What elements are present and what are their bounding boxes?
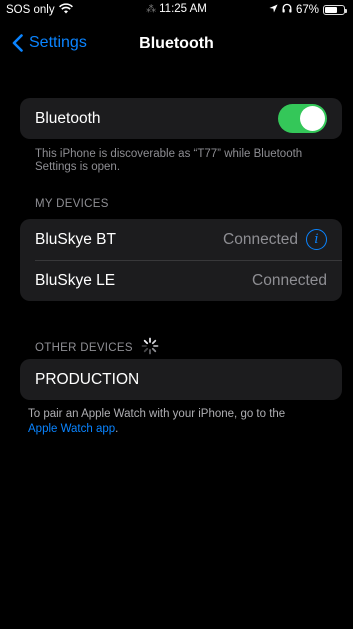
- bluetooth-toggle[interactable]: [278, 104, 327, 133]
- other-devices-group: PRODUCTION: [20, 359, 342, 400]
- navigation-bar: Settings Bluetooth: [0, 30, 353, 60]
- location-arrow-icon: [269, 3, 278, 16]
- discoverable-note: This iPhone is discoverable as “T77” whi…: [35, 148, 303, 173]
- my-devices-header-label: MY DEVICES: [35, 198, 109, 210]
- page-title: Bluetooth: [139, 35, 214, 52]
- my-devices-header: MY DEVICES: [35, 198, 109, 210]
- status-bar: SOS only ⁂ 11:25 AM 67%: [0, 0, 353, 20]
- bluetooth-row: Bluetooth: [20, 98, 342, 139]
- apple-watch-note: To pair an Apple Watch with your iPhone,…: [28, 407, 328, 437]
- toggle-knob: [300, 106, 325, 131]
- apple-watch-note-text: To pair an Apple Watch with your iPhone,…: [28, 408, 286, 420]
- other-devices-header: OTHER DEVICES: [35, 337, 159, 358]
- signal-icon: ⁂: [146, 4, 157, 15]
- device-name: BluSkye BT: [35, 230, 116, 248]
- battery-icon: [323, 4, 347, 15]
- status-right: 67%: [269, 3, 347, 16]
- battery-percent: 67%: [295, 3, 319, 16]
- bluetooth-settings-screen: SOS only ⁂ 11:25 AM 67% Settings Bluetoo…: [0, 0, 353, 629]
- apple-watch-note-end: .: [115, 423, 119, 435]
- device-status: Connected: [223, 230, 298, 248]
- device-row-bluskye-bt[interactable]: BluSkye BT Connected i: [20, 219, 342, 260]
- device-name: BluSkye LE: [35, 271, 116, 289]
- my-devices-group: BluSkye BT Connected i BluSkye LE Connec…: [20, 219, 342, 301]
- headphones-icon: [282, 3, 292, 16]
- info-icon[interactable]: i: [306, 229, 327, 250]
- device-status: Connected: [252, 271, 327, 289]
- loading-spinner-icon: [141, 337, 159, 358]
- apple-watch-app-link[interactable]: Apple Watch app: [28, 423, 115, 435]
- device-name: PRODUCTION: [35, 370, 140, 388]
- other-devices-header-label: OTHER DEVICES: [35, 341, 133, 354]
- bluetooth-toggle-group: Bluetooth: [20, 98, 342, 139]
- battery-fill: [325, 6, 337, 13]
- time-label: 11:25 AM: [159, 3, 207, 15]
- device-row-bluskye-le[interactable]: BluSkye LE Connected: [20, 260, 342, 301]
- device-row-production[interactable]: PRODUCTION: [20, 359, 342, 400]
- bluetooth-label: Bluetooth: [35, 109, 101, 127]
